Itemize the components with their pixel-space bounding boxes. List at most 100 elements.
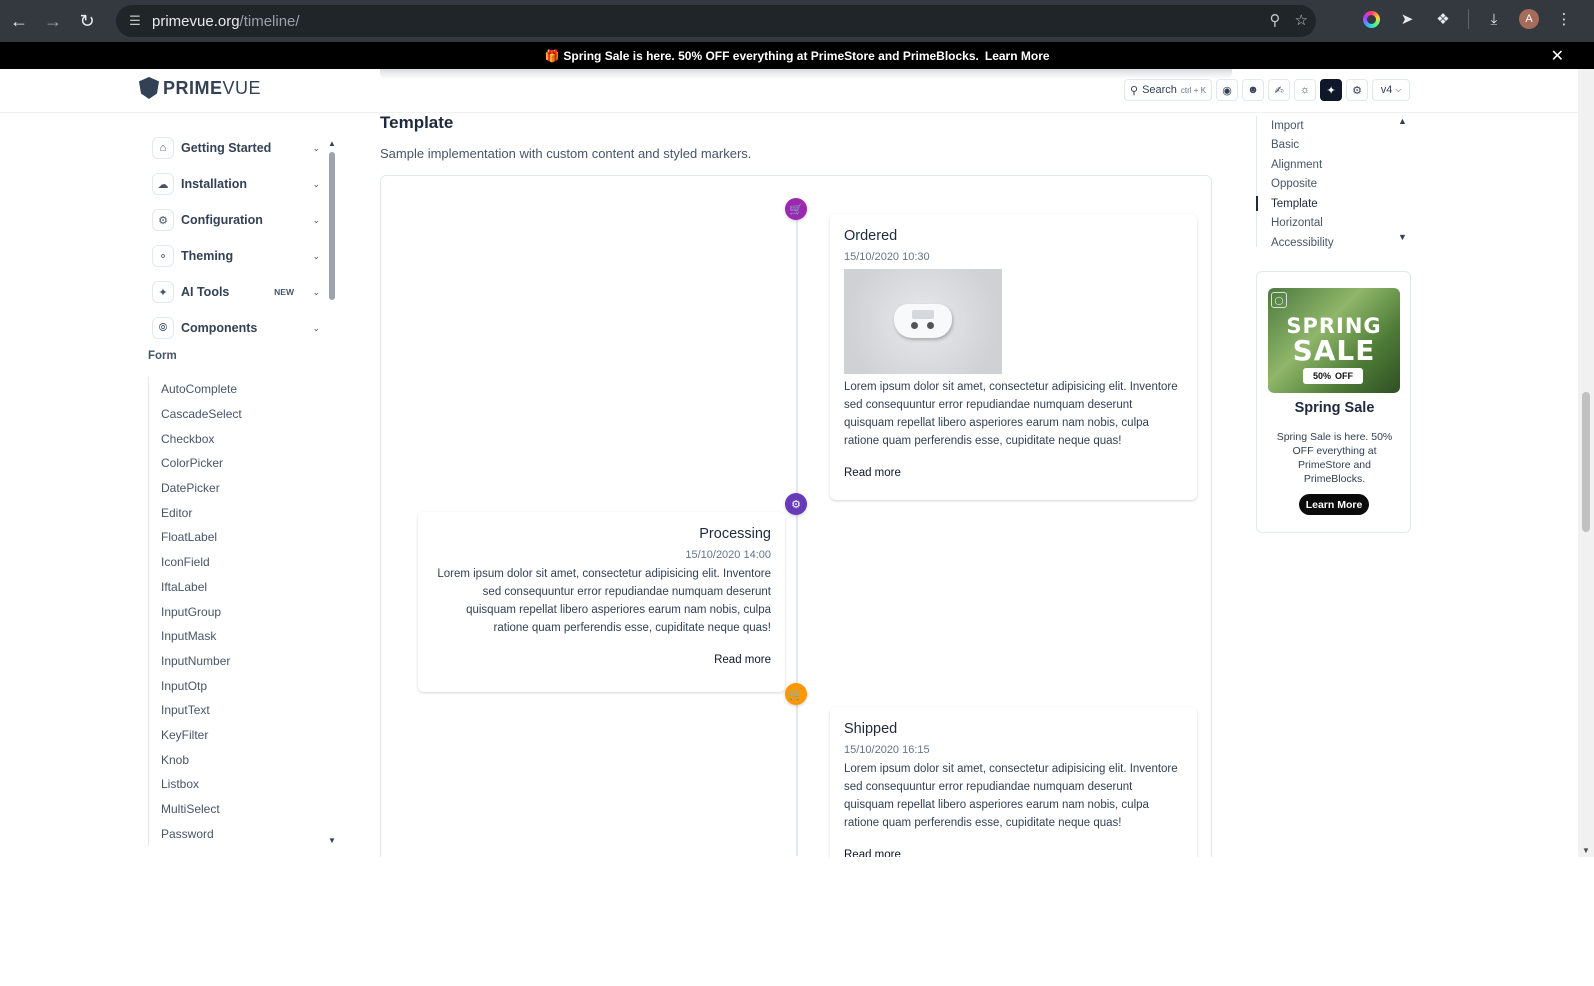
sidebar-subitem-listbox[interactable]: Listbox bbox=[149, 772, 242, 797]
profile-avatar[interactable]: A bbox=[1519, 9, 1539, 29]
sidebar-subitem-inputgroup[interactable]: InputGroup bbox=[149, 599, 242, 624]
sidebar-subitem-iconfield[interactable]: IconField bbox=[149, 550, 242, 575]
chevron-down-icon: ⌄ bbox=[312, 178, 320, 189]
color-extension-icon[interactable] bbox=[1360, 8, 1382, 30]
sidebar-scrollbar[interactable]: ▲ ▼ bbox=[328, 139, 336, 845]
read-more-button[interactable]: Read more bbox=[704, 648, 781, 672]
rocket-extension-icon[interactable]: ➤ bbox=[1396, 8, 1418, 30]
ad-learn-more-button[interactable]: Learn More bbox=[1299, 494, 1369, 515]
palette-icon: ⚬ bbox=[152, 245, 174, 267]
puzzle-extensions-icon[interactable]: ❖ bbox=[1432, 8, 1454, 30]
reload-icon[interactable]: ↻ bbox=[72, 6, 102, 36]
read-more-button[interactable]: Read more bbox=[834, 843, 911, 857]
sidebar-subitem-inputotp[interactable]: InputOtp bbox=[149, 673, 242, 698]
scroll-down-arrow-icon[interactable]: ▼ bbox=[1582, 846, 1590, 855]
logo-icon bbox=[139, 77, 159, 99]
sidebar-subitem-datepicker[interactable]: DatePicker bbox=[149, 476, 242, 501]
primevue-logo[interactable]: PRIMEVUE bbox=[139, 77, 261, 99]
sidebar-subitem-inputmask[interactable]: InputMask bbox=[149, 624, 242, 649]
event-body: Lorem ipsum dolor sit amet, consectetur … bbox=[844, 763, 1178, 829]
chevron-down-icon: ⌄ bbox=[312, 142, 320, 153]
banner-learn-more-link[interactable]: Learn More bbox=[985, 49, 1050, 63]
sidebar-item-getting-started[interactable]: ⌂ Getting Started ⌄ bbox=[148, 134, 320, 162]
discord-icon[interactable]: ☻ bbox=[1242, 79, 1265, 101]
discount-pill: 50% OFF bbox=[1303, 368, 1363, 384]
toc-scroll-down-icon[interactable]: ▼ bbox=[1398, 232, 1407, 242]
theme-designer-icon[interactable]: ✦ bbox=[1320, 79, 1343, 101]
address-bar[interactable]: ☰ primevue.org/timeline/ ⚲ ☆ bbox=[116, 5, 1316, 37]
spring-sale-ad: ◯ SPRING SALE 50% OFF Spring Sale Spring … bbox=[1256, 271, 1411, 533]
shopping-cart-icon: 🛒 bbox=[789, 688, 803, 701]
blank-area bbox=[0, 857, 1594, 986]
timeline-connector bbox=[796, 216, 798, 856]
scroll-up-arrow-icon[interactable]: ▲ bbox=[328, 139, 336, 148]
page-scroll-thumb[interactable] bbox=[1582, 392, 1590, 532]
gift-icon: 🎁 bbox=[544, 48, 560, 63]
sidebar-item-theming[interactable]: ⚬ Theming ⌄ bbox=[148, 242, 320, 270]
close-icon[interactable]: ✕ bbox=[1551, 46, 1564, 66]
sidebar-subitem-cascadeselect[interactable]: CascadeSelect bbox=[149, 402, 242, 427]
toc-item-opposite[interactable]: Opposite bbox=[1257, 175, 1411, 195]
shopping-cart-icon: 🛒 bbox=[789, 203, 803, 216]
sidebar-subitem-editor[interactable]: Editor bbox=[149, 500, 242, 525]
spring-sale-image[interactable]: ◯ SPRING SALE 50% OFF bbox=[1268, 288, 1400, 393]
sidebar-item-ai-tools[interactable]: ✦ AI Tools NEW ⌄ bbox=[148, 278, 320, 306]
sidebar-item-label: AI Tools bbox=[181, 285, 230, 299]
kebab-menu-icon[interactable]: ⋮ bbox=[1553, 8, 1575, 30]
sparkle-icon: ✦ bbox=[152, 281, 174, 303]
ordered-marker: 🛒 bbox=[785, 198, 807, 220]
sidebar-subitem-inputnumber[interactable]: InputNumber bbox=[149, 649, 242, 674]
search-shortcut: ctrl + K bbox=[1180, 85, 1207, 95]
toc-scroll-up-icon[interactable]: ▲ bbox=[1398, 116, 1407, 126]
sidebar-item-configuration[interactable]: ⚙ Configuration ⌄ bbox=[148, 206, 320, 234]
forward-icon[interactable]: → bbox=[38, 6, 68, 36]
sidebar-subitem-keyfilter[interactable]: KeyFilter bbox=[149, 723, 242, 748]
section-description: Sample implementation with custom conten… bbox=[380, 146, 752, 161]
home-icon: ⌂ bbox=[152, 137, 174, 159]
sidebar-scroll-thumb[interactable] bbox=[329, 152, 335, 300]
toc-item-basic[interactable]: Basic bbox=[1257, 136, 1411, 156]
sidebar-subitem-knob[interactable]: Knob bbox=[149, 747, 242, 772]
sidebar-subitem-checkbox[interactable]: Checkbox bbox=[149, 426, 242, 451]
configurator-gear-icon[interactable]: ⚙ bbox=[1346, 79, 1369, 101]
sidebar-subitem-colorpicker[interactable]: ColorPicker bbox=[149, 451, 242, 476]
processing-marker: ⚙ bbox=[785, 493, 807, 515]
scroll-down-arrow-icon[interactable]: ▼ bbox=[328, 836, 336, 845]
site-info-icon[interactable]: ☰ bbox=[124, 13, 146, 29]
event-title: Ordered bbox=[844, 228, 898, 244]
download-icon: ☁ bbox=[152, 173, 174, 195]
cog-icon: ⚙ bbox=[791, 498, 801, 511]
sidebar-item-label: Components bbox=[181, 321, 258, 335]
download-icon[interactable]: ⤓ bbox=[1483, 8, 1505, 30]
gamepad-product-image bbox=[844, 269, 1002, 374]
zoom-icon[interactable]: ⚲ bbox=[1270, 11, 1281, 29]
sidebar-subitem-multiselect[interactable]: MultiSelect bbox=[149, 797, 242, 822]
sidebar-subitem-inputtext[interactable]: InputText bbox=[149, 698, 242, 723]
sidebar-item-installation[interactable]: ☁ Installation ⌄ bbox=[148, 170, 320, 198]
toc-item-import[interactable]: Import bbox=[1257, 116, 1411, 136]
version-select[interactable]: v4 ⌵ bbox=[1372, 79, 1411, 101]
sun-icon[interactable]: ☼ bbox=[1294, 79, 1317, 101]
read-more-button[interactable]: Read more bbox=[834, 461, 911, 485]
toc-item-template[interactable]: Template bbox=[1256, 194, 1411, 214]
sidebar-subitem-iftalabel[interactable]: IftaLabel bbox=[149, 575, 242, 600]
page-scrollbar[interactable]: ▼ bbox=[1578, 69, 1594, 857]
ad-image-line2: SALE bbox=[1292, 334, 1376, 367]
forum-icon[interactable]: ✍ bbox=[1268, 79, 1291, 101]
sidebar-item-label: Installation bbox=[181, 177, 247, 191]
toc-item-horizontal[interactable]: Horizontal bbox=[1257, 214, 1411, 234]
sidebar-subitem-floatlabel[interactable]: FloatLabel bbox=[149, 525, 242, 550]
viewport: ← → ↻ ☰ primevue.org/timeline/ ⚲ ☆ ➤ ❖ ⤓… bbox=[0, 0, 1594, 857]
toc-item-alignment[interactable]: Alignment bbox=[1257, 155, 1411, 175]
url-text: primevue.org/timeline/ bbox=[152, 12, 300, 30]
banner-text: Spring Sale is here. 50% OFF everything … bbox=[563, 48, 979, 63]
back-icon[interactable]: ← bbox=[4, 6, 34, 36]
sidebar-subitem-password[interactable]: Password bbox=[149, 821, 242, 846]
toc-item-accessibility[interactable]: Accessibility bbox=[1257, 233, 1411, 253]
event-date: 15/10/2020 10:30 bbox=[844, 251, 930, 263]
github-icon[interactable]: ◉ bbox=[1216, 79, 1239, 101]
sidebar-subitem-autocomplete[interactable]: AutoComplete bbox=[149, 377, 242, 402]
docsearch-button[interactable]: ⚲ Search ctrl + K bbox=[1124, 79, 1213, 101]
bookmark-star-icon[interactable]: ☆ bbox=[1295, 11, 1308, 29]
sidebar-item-components[interactable]: ⦾ Components ⌄ bbox=[148, 314, 320, 342]
